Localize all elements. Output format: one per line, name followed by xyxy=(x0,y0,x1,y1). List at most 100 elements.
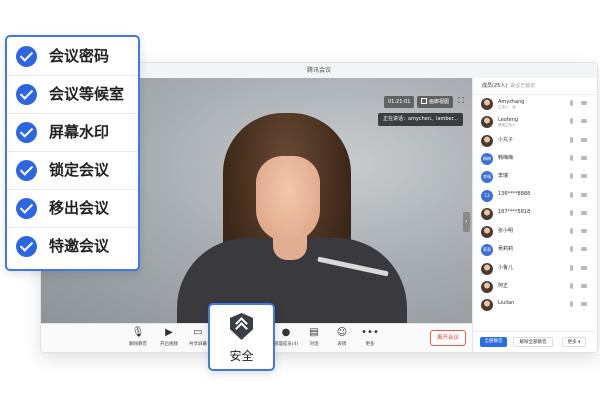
member-row[interactable]: Leofeng 联席主持人 xyxy=(473,113,597,131)
microphone-icon[interactable] xyxy=(570,301,573,308)
microphone-icon[interactable] xyxy=(570,154,573,161)
gallery-label: 画廊视图 xyxy=(429,99,450,105)
start-video-button[interactable]: ▶ 开启视频 xyxy=(154,327,184,347)
camera-icon[interactable] xyxy=(581,229,587,234)
avatar: 莉莉 xyxy=(481,244,493,257)
member-row[interactable]: 梅梅 韩梅梅 xyxy=(473,150,597,168)
unmute-all-button[interactable]: 解除全部静音 xyxy=(513,337,553,347)
shield-icon xyxy=(230,313,253,340)
reactions-button[interactable]: ☺ 表情 xyxy=(327,327,357,347)
camera-icon[interactable] xyxy=(581,137,587,142)
microphone-icon[interactable] xyxy=(570,283,573,289)
members-footer: 全部静音 解除全部静音 更多 ▾ xyxy=(473,331,597,352)
member-row[interactable]: 莉莉 吴莉莉 xyxy=(473,241,597,259)
chat-button[interactable]: ▤ 对话 xyxy=(299,327,329,347)
unmute-button[interactable]: 🎙 解除静音 xyxy=(123,327,153,347)
more-label: 更多 xyxy=(365,342,375,347)
avatar xyxy=(481,281,493,293)
avatar xyxy=(481,226,493,239)
speaking-indicator: 正在讲话：amychen、lamber... xyxy=(378,113,463,126)
members-panel: 成员(25人) 会议已锁定 Amyzhang 主持人、我 Leofeng 联席主持人 小丸… xyxy=(472,78,597,352)
member-row[interactable]: 李瑞 李瑞 xyxy=(473,168,597,186)
manage-members-label: 管理成员(4) xyxy=(273,342,299,347)
more-icon: ••• xyxy=(361,327,379,338)
microphone-icon[interactable] xyxy=(570,228,573,235)
member-role: 联席主持人 xyxy=(498,123,516,128)
security-option-label: 锁定会议 xyxy=(49,161,110,179)
microphone-icon[interactable] xyxy=(570,191,573,198)
security-option-password[interactable]: 会议密码 xyxy=(7,37,138,76)
security-button[interactable]: 安全 xyxy=(208,303,275,371)
collapse-panel-handle[interactable]: › xyxy=(463,212,470,232)
gallery-view-button[interactable]: 画廊视图 xyxy=(417,96,454,108)
member-name: 小鲁儿 xyxy=(498,264,514,271)
member-row[interactable]: 小丸子 xyxy=(473,132,597,150)
fullscreen-icon[interactable]: ⛶ xyxy=(456,96,466,106)
avatar xyxy=(481,98,493,110)
camera-icon[interactable] xyxy=(581,119,587,124)
camera-icon[interactable] xyxy=(581,210,587,215)
member-name: 136****8888 xyxy=(498,190,531,197)
security-option-invite-only[interactable]: 特邀会议 xyxy=(7,227,138,265)
security-option-label: 特邀会议 xyxy=(49,237,110,255)
microphone-icon[interactable] xyxy=(570,264,573,271)
chat-icon: ▤ xyxy=(309,327,319,338)
leave-meeting-button[interactable]: 离开会议 xyxy=(430,330,466,346)
member-row[interactable]: Liulian xyxy=(473,296,597,314)
security-option-remove[interactable]: 移出会议 xyxy=(7,189,138,228)
member-role: 主持人、我 xyxy=(498,105,516,109)
microphone-icon[interactable] xyxy=(570,118,573,125)
member-name: 李瑞 xyxy=(498,173,509,180)
member-row[interactable]: 13 136****8888 xyxy=(473,187,597,205)
member-row[interactable]: 187****5818 xyxy=(473,205,597,223)
member-name: 小丸子 xyxy=(498,136,514,143)
manage-members-button[interactable]: ● 管理成员(4) xyxy=(271,327,301,347)
member-row[interactable]: 张小明 xyxy=(473,223,597,241)
unmute-label: 解除静音 xyxy=(129,342,147,347)
check-icon xyxy=(16,122,37,143)
microphone-icon[interactable] xyxy=(570,209,573,216)
share-screen-label: 共享屏幕 xyxy=(189,342,207,347)
camera-icon[interactable] xyxy=(581,265,587,270)
security-menu: 会议密码 会议等候室 屏幕水印 锁定会议 移出会议 特邀会议 xyxy=(5,35,140,271)
security-option-label: 会议密码 xyxy=(49,47,110,65)
microphone-icon[interactable] xyxy=(570,246,573,253)
meeting-timer: 01:21:01 xyxy=(384,96,415,108)
camera-icon[interactable] xyxy=(581,155,587,160)
mute-all-button[interactable]: 全部静音 xyxy=(480,337,507,347)
person-icon: ● xyxy=(281,327,291,338)
microphone-icon[interactable] xyxy=(570,100,573,106)
check-icon xyxy=(16,236,37,257)
members-title: 成员(25人) xyxy=(482,83,508,89)
member-name: 阿正 xyxy=(498,283,509,289)
member-name: 187****5818 xyxy=(498,208,531,215)
security-option-label: 会议等候室 xyxy=(49,85,125,103)
camera-icon[interactable] xyxy=(581,302,587,307)
security-option-watermark[interactable]: 屏幕水印 xyxy=(7,113,138,152)
reactions-label: 表情 xyxy=(337,342,347,347)
camera-icon[interactable] xyxy=(581,247,587,252)
start-video-label: 开启视频 xyxy=(160,342,178,347)
camera-icon[interactable] xyxy=(581,174,587,179)
avatar: 13 xyxy=(481,189,493,202)
camera-icon[interactable] xyxy=(581,192,587,197)
security-option-lock[interactable]: 锁定会议 xyxy=(7,151,138,190)
participant-face xyxy=(256,156,320,242)
member-row[interactable]: 小鲁儿 xyxy=(473,260,597,278)
avatar xyxy=(481,116,493,129)
camera-icon[interactable] xyxy=(581,101,587,105)
check-icon xyxy=(16,198,37,219)
member-name: Liulian xyxy=(498,300,515,307)
security-option-waiting-room[interactable]: 会议等候室 xyxy=(7,75,138,114)
microphone-icon[interactable] xyxy=(570,136,573,143)
member-name: 张小明 xyxy=(498,228,514,235)
avatar xyxy=(481,299,493,312)
microphone-icon[interactable] xyxy=(570,173,573,180)
check-icon xyxy=(16,84,37,105)
member-row[interactable]: Amyzhang 主持人、我 xyxy=(473,95,597,113)
camera-icon[interactable] xyxy=(581,284,587,288)
member-name: 吴莉莉 xyxy=(498,246,514,253)
members-more-button[interactable]: 更多 ▾ xyxy=(562,337,586,347)
member-row[interactable]: 阿正 xyxy=(473,278,597,296)
more-button[interactable]: ••• 更多 xyxy=(355,327,385,347)
